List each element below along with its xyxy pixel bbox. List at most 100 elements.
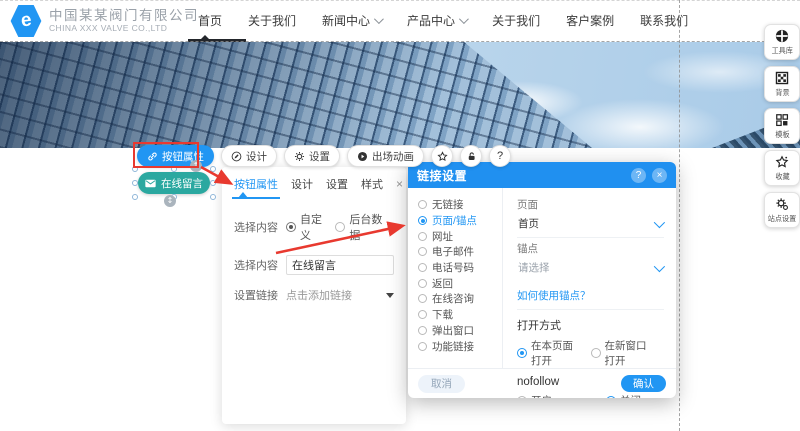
tab-style[interactable]: 样式: [361, 176, 383, 192]
chevron-down-icon: [654, 216, 665, 227]
spacing-handle-bottom[interactable]: ↕: [164, 195, 176, 207]
design-pill[interactable]: 设计: [221, 145, 277, 167]
tab-settings[interactable]: 设置: [326, 176, 348, 192]
background-button[interactable]: 背景: [764, 66, 800, 102]
resize-handle[interactable]: [132, 180, 138, 186]
logo-letter: e: [19, 9, 33, 32]
tab-button-properties[interactable]: 按钮属性: [234, 176, 278, 192]
link-type-phone[interactable]: 电话号码: [418, 260, 502, 276]
tab-design[interactable]: 设计: [291, 176, 313, 192]
panel-tabs: 按钮属性 设计 设置 样式 ×: [222, 167, 406, 199]
selected-element-wrapper: 在线留言 ↕ ↕: [134, 168, 214, 198]
radio-custom[interactable]: 自定义: [286, 211, 325, 243]
caret-down-icon[interactable]: [386, 293, 394, 298]
chevron-down-icon: [459, 14, 469, 24]
envelope-icon: [145, 179, 156, 188]
link-type-back[interactable]: 返回: [418, 275, 502, 291]
nav-item-news[interactable]: 新闻中心: [322, 12, 381, 29]
section-guide-horizontal: [0, 41, 800, 42]
entrance-animation-pill[interactable]: 出场动画: [347, 145, 424, 167]
hero-banner-image[interactable]: [0, 42, 800, 148]
close-icon[interactable]: ×: [396, 177, 403, 191]
radio-backend-data[interactable]: 后台数据: [335, 211, 384, 243]
link-settings-dialog: 链接设置 ? × 无链接 页面/锚点 网址 电子邮件 电话号码 返回 在线咨询 …: [408, 162, 676, 398]
dialog-footer: 取消 确认: [408, 368, 676, 398]
lock-element-button[interactable]: [460, 145, 482, 167]
nav-item-about[interactable]: 关于我们: [248, 12, 296, 29]
radio-selected-icon: [286, 222, 296, 232]
brand-logo[interactable]: e 中国某某阀门有限公司 CHINA XXX VALVE CO.,LTD: [10, 4, 199, 38]
radio-open-blank[interactable]: 在新窗口打开: [591, 338, 649, 368]
site-settings-button[interactable]: 站点设置: [764, 192, 800, 228]
resize-handle[interactable]: [210, 180, 216, 186]
cancel-button[interactable]: 取消: [418, 375, 465, 393]
favorites-button[interactable]: 收藏: [764, 150, 800, 186]
link-type-online-consult[interactable]: 在线咨询: [418, 291, 502, 307]
anchor-label: 锚点: [517, 241, 664, 256]
link-icon: [147, 151, 158, 162]
dialog-close-button[interactable]: ×: [652, 168, 667, 183]
settings-pill[interactable]: 设置: [284, 145, 340, 167]
background-icon: [775, 71, 789, 85]
page-select[interactable]: 首页: [517, 212, 664, 238]
resize-handle[interactable]: [210, 194, 216, 200]
link-detail-pane: 页面 首页 锚点 请选择 如何使用锚点？ 打开方式 在本页面打开 在新窗口打开 …: [503, 188, 676, 368]
template-button[interactable]: 模板: [764, 108, 800, 144]
radio-open-self[interactable]: 在本页面打开: [517, 338, 575, 368]
link-type-page-anchor[interactable]: 页面/锚点: [418, 213, 502, 229]
radio-icon: [591, 348, 601, 358]
nav-item-products[interactable]: 产品中心: [407, 12, 466, 29]
star-icon: [775, 155, 789, 169]
nav-item-contact[interactable]: 联系我们: [640, 12, 688, 29]
help-button[interactable]: ?: [489, 145, 511, 167]
anchor-help-link[interactable]: 如何使用锚点？: [517, 286, 664, 310]
template-icon: [775, 113, 789, 127]
dialog-help-button[interactable]: ?: [631, 168, 646, 183]
resize-handle[interactable]: [210, 166, 216, 172]
content-value-label: 选择内容: [234, 257, 286, 273]
spacing-handle-top[interactable]: ↕: [190, 160, 202, 172]
main-nav: 首页 关于我们 新闻中心 产品中心 关于我们 客户案例 联系我们: [198, 0, 688, 40]
nav-item-about2[interactable]: 关于我们: [492, 12, 540, 29]
radio-icon: [418, 310, 427, 319]
page-label: 页面: [517, 197, 664, 212]
chevron-down-icon: [374, 14, 384, 24]
link-type-download[interactable]: 下载: [418, 307, 502, 323]
link-type-url[interactable]: 网址: [418, 228, 502, 244]
dialog-title: 链接设置: [417, 167, 467, 184]
nav-item-home[interactable]: 首页: [198, 12, 222, 29]
confirm-button[interactable]: 确认: [621, 375, 666, 392]
anchor-select[interactable]: 请选择: [517, 256, 664, 281]
company-name-cn: 中国某某阀门有限公司: [49, 8, 199, 24]
link-type-function[interactable]: 功能链接: [418, 338, 502, 354]
panel-pointer-arrow: [238, 192, 248, 198]
link-type-email[interactable]: 电子邮件: [418, 244, 502, 260]
resize-handle[interactable]: [171, 166, 177, 172]
button-text-input[interactable]: [286, 255, 394, 275]
add-link-trigger[interactable]: 点击添加链接: [286, 287, 352, 303]
gears-icon: [775, 197, 789, 211]
editor-canvas: e 中国某某阀门有限公司 CHINA XXX VALVE CO.,LTD 首页 …: [0, 0, 800, 431]
radio-icon: [418, 294, 427, 303]
radio-icon: [418, 247, 427, 256]
radio-icon: [418, 342, 427, 351]
radio-icon: [418, 263, 427, 272]
link-type-none[interactable]: 无链接: [418, 197, 502, 213]
set-link-label: 设置链接: [234, 287, 286, 303]
radio-selected-icon: [517, 348, 527, 358]
animation-icon: [357, 151, 368, 162]
open-mode-label: 打开方式: [517, 317, 664, 333]
resize-handle[interactable]: [132, 166, 138, 172]
toolbox-button[interactable]: 工具库: [764, 24, 800, 60]
lock-icon: [466, 151, 477, 162]
nav-item-cases[interactable]: 客户案例: [566, 12, 614, 29]
side-toolbar: 工具库 背景 模板 收藏 站点设置: [764, 24, 800, 228]
radio-icon: [418, 232, 427, 241]
button-properties-pill[interactable]: 按钮属性: [137, 145, 214, 167]
online-message-button[interactable]: 在线留言: [138, 172, 210, 194]
link-type-popup[interactable]: 弹出窗口: [418, 323, 502, 339]
favorite-element-button[interactable]: [431, 145, 453, 167]
site-header: e 中国某某阀门有限公司 CHINA XXX VALVE CO.,LTD 首页 …: [0, 0, 800, 42]
resize-handle[interactable]: [132, 194, 138, 200]
content-guide-vertical: [679, 0, 680, 431]
